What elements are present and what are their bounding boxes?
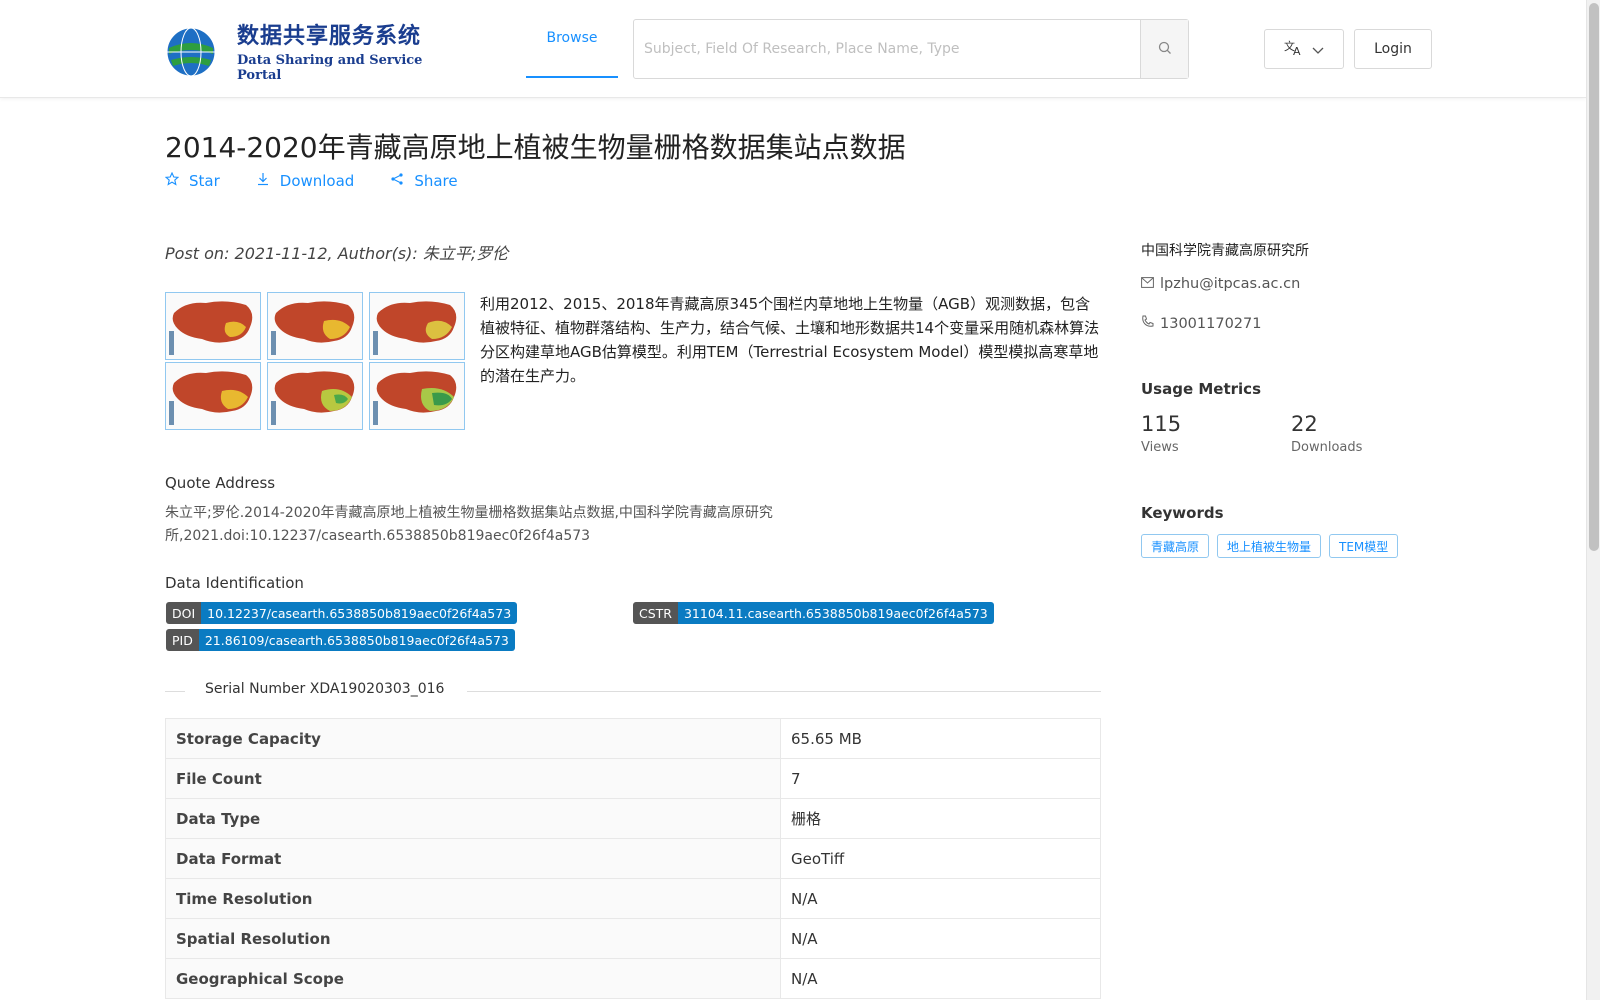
dataset-title: 2014-2020年青藏高原地上植被生物量栅格数据集站点数据 bbox=[165, 131, 906, 164]
cstr-value: 31104.11.casearth.6538850b819aec0f26f4a5… bbox=[677, 602, 994, 624]
svg-text:A: A bbox=[1293, 45, 1301, 56]
doi-key: DOI bbox=[166, 602, 202, 624]
metadata-table: Storage Capacity 65.65 MB File Count 7 Data … bbox=[165, 718, 1101, 999]
meta-value: 7 bbox=[780, 758, 1101, 799]
table-row: Data Format GeoTiff bbox=[165, 838, 1101, 879]
star-button[interactable]: Star bbox=[164, 171, 220, 190]
serial-number: Serial Number XDA19020303_016 bbox=[205, 681, 445, 697]
share-label: Share bbox=[414, 172, 458, 190]
email-text: lpzhu@itpcas.ac.cn bbox=[1160, 276, 1301, 292]
serial-divider: Serial Number XDA19020303_016 bbox=[165, 681, 1101, 698]
pid-key: PID bbox=[166, 629, 199, 651]
quote-address-text: 朱立平;罗伦.2014-2020年青藏高原地上植被生物量栅格数据集站点数据,中国… bbox=[165, 505, 773, 544]
meta-key: Data Format bbox=[165, 838, 781, 879]
phone-icon bbox=[1141, 315, 1154, 332]
meta-value: GeoTiff bbox=[780, 838, 1101, 879]
login-button[interactable]: Login bbox=[1354, 29, 1432, 69]
thumbnail-gallery bbox=[165, 292, 467, 432]
search-button[interactable] bbox=[1140, 20, 1188, 78]
table-row: Time Resolution N/A bbox=[165, 878, 1101, 919]
views-count: 115 bbox=[1141, 412, 1182, 436]
table-row: Storage Capacity 65.65 MB bbox=[165, 718, 1101, 759]
search-input[interactable] bbox=[634, 20, 1140, 78]
authors[interactable]: 朱立平;罗伦 bbox=[423, 244, 508, 263]
pid-badge[interactable]: PID 21.86109/casearth.6538850b819aec0f26… bbox=[166, 629, 515, 651]
pid-value: 21.86109/casearth.6538850b819aec0f26f4a5… bbox=[198, 629, 515, 651]
map-thumbnail[interactable] bbox=[165, 362, 261, 430]
doi-value: 10.12237/casearth.6538850b819aec0f26f4a5… bbox=[201, 602, 518, 624]
downloads-label: Downloads bbox=[1291, 440, 1363, 455]
site-logo[interactable]: 数据共享服务系统 Data Sharing and Service Portal bbox=[153, 20, 443, 83]
table-row: File Count 7 bbox=[165, 758, 1101, 799]
meta-value: N/A bbox=[780, 958, 1101, 999]
meta-key: Spatial Resolution bbox=[165, 918, 781, 959]
contact-phone: 13001170271 bbox=[1141, 315, 1261, 332]
keyword-tag[interactable]: TEM模型 bbox=[1329, 534, 1399, 558]
keyword-tag[interactable]: 青藏高原 bbox=[1141, 534, 1210, 558]
usage-metrics-title: Usage Metrics bbox=[1141, 380, 1261, 398]
downloads-metric: 22 Downloads bbox=[1291, 412, 1362, 455]
download-button[interactable]: Download bbox=[256, 172, 355, 190]
map-thumbnail[interactable] bbox=[369, 292, 465, 360]
search-box bbox=[633, 19, 1189, 79]
map-thumbnail[interactable] bbox=[165, 292, 261, 360]
table-row: Geographical Scope N/A bbox=[165, 958, 1101, 999]
meta-value: 65.65 MB bbox=[780, 718, 1101, 759]
quote-address-label: Quote Address bbox=[165, 474, 276, 492]
phone-text: 13001170271 bbox=[1160, 315, 1262, 332]
page-scrollbar[interactable] bbox=[1586, 0, 1600, 1000]
table-row: Spatial Resolution N/A bbox=[165, 918, 1101, 959]
dataset-actions: Star Download Share bbox=[164, 171, 458, 190]
nav-browse[interactable]: Browse bbox=[526, 0, 618, 78]
meta-key: File Count bbox=[165, 758, 781, 799]
chevron-down-icon bbox=[1312, 40, 1324, 59]
meta-key: Time Resolution bbox=[165, 878, 781, 919]
meta-value: N/A bbox=[780, 878, 1101, 919]
cstr-key: CSTR bbox=[633, 602, 678, 624]
translate-icon: 文 A bbox=[1284, 38, 1304, 60]
cstr-badge[interactable]: CSTR 31104.11.casearth.6538850b819aec0f2… bbox=[633, 602, 994, 624]
meta-value: N/A bbox=[780, 918, 1101, 959]
table-row: Data Type 栅格 bbox=[165, 798, 1101, 839]
star-label: Star bbox=[189, 172, 220, 190]
download-label: Download bbox=[279, 172, 355, 190]
doi-badge[interactable]: DOI 10.12237/casearth.6538850b819aec0f26… bbox=[166, 602, 518, 624]
star-icon bbox=[164, 171, 180, 190]
post-info: Post on: 2021-11-12, Author(s): 朱立平;罗伦 bbox=[165, 240, 508, 264]
organization-name: 中国科学院青藏高原研究所 bbox=[1141, 243, 1309, 259]
map-thumbnail[interactable] bbox=[267, 292, 363, 360]
language-switch-button[interactable]: 文 A bbox=[1264, 29, 1344, 69]
contact-email[interactable]: lpzhu@itpcas.ac.cn bbox=[1141, 276, 1300, 292]
download-icon bbox=[256, 172, 270, 190]
scrollbar-thumb[interactable] bbox=[1589, 3, 1599, 551]
data-identification-label: Data Identification bbox=[165, 574, 304, 592]
post-date: Post on: 2021-11-12, Author(s): bbox=[165, 244, 423, 263]
keywords-title: Keywords bbox=[1141, 504, 1224, 522]
mail-icon bbox=[1141, 276, 1154, 292]
meta-value: 栅格 bbox=[780, 798, 1101, 839]
logo-title-en: Data Sharing and Service Portal bbox=[237, 52, 423, 83]
search-icon bbox=[1158, 40, 1172, 59]
map-thumbnail[interactable] bbox=[267, 362, 363, 430]
keyword-tag[interactable]: 地上植被生物量 bbox=[1217, 534, 1322, 558]
views-label: Views bbox=[1141, 440, 1179, 455]
meta-key: Geographical Scope bbox=[165, 958, 781, 999]
dataset-abstract: 利用2012、2015、2018年青藏高原345个围栏内草地地上生物量（AGB）… bbox=[480, 295, 1100, 385]
globe-logo-icon bbox=[153, 20, 233, 80]
top-header: 数据共享服务系统 Data Sharing and Service Portal… bbox=[0, 0, 1586, 98]
logo-title-cn: 数据共享服务系统 bbox=[237, 23, 422, 49]
share-button[interactable]: Share bbox=[390, 172, 458, 190]
views-metric: 115 Views bbox=[1141, 412, 1181, 455]
meta-key: Data Type bbox=[165, 798, 781, 839]
meta-key: Storage Capacity bbox=[165, 718, 781, 759]
share-icon bbox=[390, 172, 404, 190]
downloads-count: 22 bbox=[1291, 412, 1318, 436]
map-thumbnail[interactable] bbox=[369, 362, 465, 430]
